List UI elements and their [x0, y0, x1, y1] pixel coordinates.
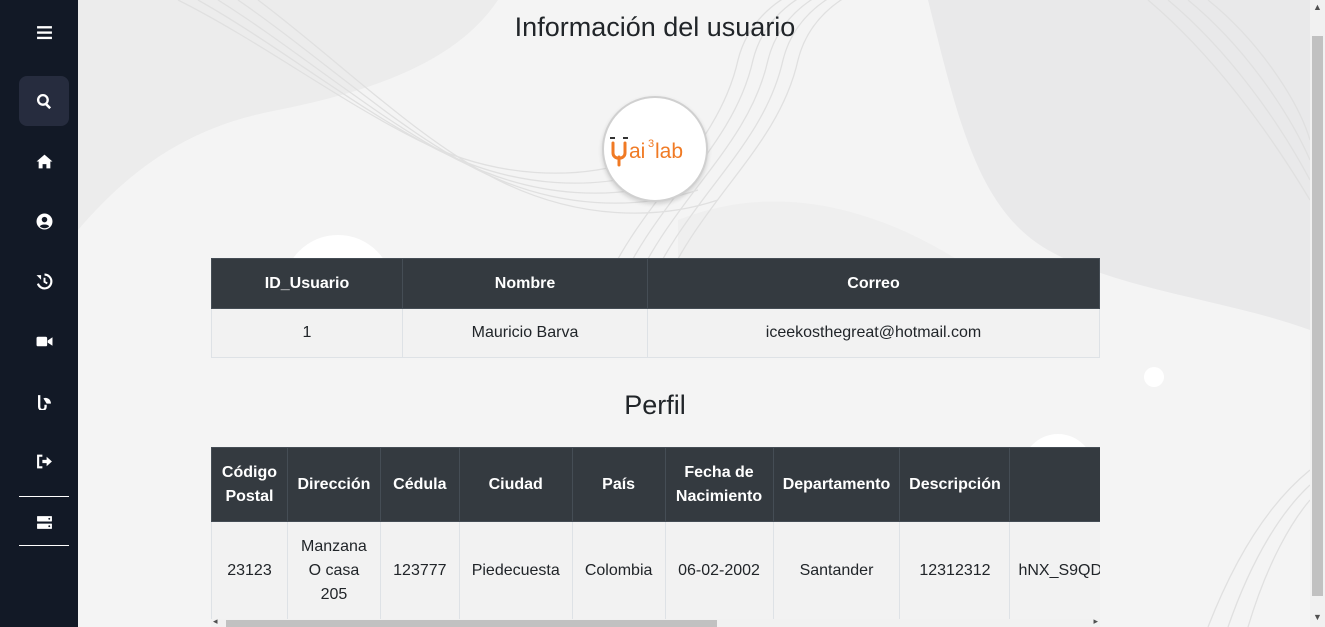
- column-header: [1009, 447, 1100, 522]
- hamburger-menu-icon[interactable]: [19, 7, 69, 57]
- column-header: Dirección: [286, 447, 381, 522]
- profile-table: Código Postal Dirección Cédula Ciudad Pa…: [211, 447, 1100, 620]
- sidebar-divider: [19, 545, 69, 546]
- home-icon[interactable]: [19, 136, 69, 186]
- column-header: Código Postal: [211, 447, 288, 522]
- column-header: ID_Usuario: [211, 258, 403, 309]
- scroll-up-arrow-icon[interactable]: ▲: [1313, 2, 1322, 12]
- column-header: País: [571, 447, 666, 522]
- vertical-scrollbar-thumb[interactable]: [1312, 36, 1323, 596]
- table-row: 23123 Manzana O casa 205 123777 Piedecue…: [211, 521, 1100, 620]
- page-title: Información del usuario: [514, 12, 796, 42]
- history-icon[interactable]: [19, 256, 69, 306]
- user-circle-icon[interactable]: [19, 196, 69, 246]
- table-cell: Piedecuesta: [458, 521, 573, 620]
- column-header: Correo: [647, 258, 1100, 309]
- horizontal-scrollbar-thumb[interactable]: [226, 620, 717, 627]
- profile-table-container: Código Postal Dirección Cédula Ciudad Pa…: [211, 447, 1100, 627]
- table-cell: 12312312: [899, 521, 1011, 620]
- table-cell: hNX_S9QD: [1009, 521, 1100, 620]
- sign-out-icon[interactable]: [19, 436, 69, 486]
- chart-icon[interactable]: [19, 376, 69, 426]
- user-table: ID_Usuario Nombre Correo 1 Mauricio Barv…: [211, 258, 1100, 358]
- video-camera-icon[interactable]: [19, 316, 69, 366]
- table-cell: iceekosthegreat@hotmail.com: [647, 308, 1100, 358]
- search-icon[interactable]: [19, 76, 69, 126]
- column-header: Descripción: [899, 447, 1011, 522]
- table-cell: Manzana O casa 205: [286, 521, 381, 620]
- column-header: Ciudad: [458, 447, 573, 522]
- scroll-right-arrow-icon[interactable]: ▸: [1093, 616, 1098, 627]
- table-header-row: ID_Usuario Nombre Correo: [211, 258, 1100, 309]
- section-title-perfil: Perfil: [624, 390, 686, 420]
- table-cell: 1: [211, 308, 403, 358]
- ai3lab-logo: ai 3 lab: [602, 96, 708, 202]
- table-cell: Colombia: [571, 521, 666, 620]
- logo-prefix: ai: [629, 140, 645, 163]
- sidebar: [0, 0, 78, 627]
- column-header: Fecha de Nacimiento: [664, 447, 774, 522]
- table-cell: 123777: [379, 521, 460, 620]
- scroll-down-arrow-icon[interactable]: ▼: [1313, 612, 1322, 622]
- column-header: Cédula: [379, 447, 460, 522]
- table-cell: 06-02-2002: [664, 521, 774, 620]
- logo-mark: ai 3 lab: [610, 137, 683, 167]
- server-icon[interactable]: [19, 497, 69, 547]
- main-content: Información del usuario ai 3 lab ID_Usua…: [78, 0, 1310, 627]
- table-cell: 23123: [211, 521, 288, 620]
- table-row: 1 Mauricio Barva iceekosthegreat@hotmail…: [211, 308, 1100, 358]
- table-cell: Santander: [772, 521, 901, 620]
- table-header-row: Código Postal Dirección Cédula Ciudad Pa…: [211, 447, 1100, 522]
- vertical-scrollbar[interactable]: ▲ ▼: [1310, 0, 1325, 627]
- column-header: Departamento: [772, 447, 901, 522]
- table-cell: Mauricio Barva: [402, 308, 648, 358]
- column-header: Nombre: [402, 258, 648, 309]
- logo-sup: 3: [648, 138, 654, 150]
- logo-suffix: lab: [655, 140, 683, 163]
- horizontal-scrollbar[interactable]: ◂ ▸: [211, 616, 1100, 627]
- scroll-left-arrow-icon[interactable]: ◂: [213, 616, 218, 627]
